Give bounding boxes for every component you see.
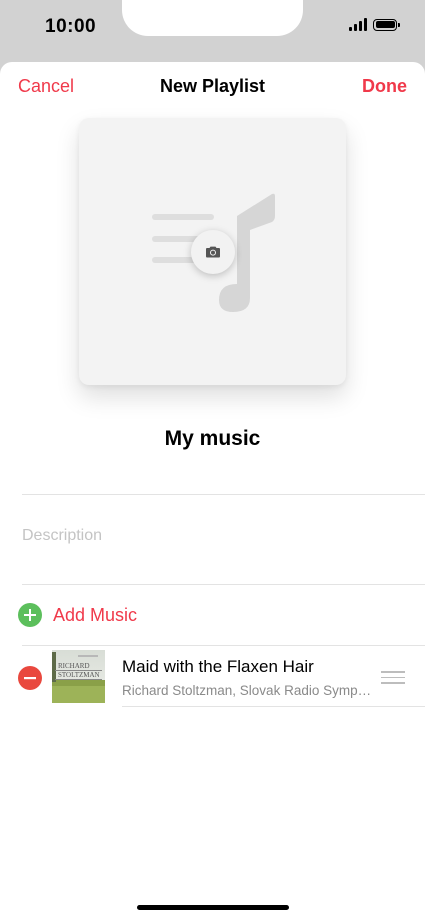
divider [22,645,425,646]
add-music-button[interactable]: Add Music [18,603,137,627]
album-art-text-line2: STOLTZMAN [58,671,100,679]
track-title: Maid with the Flaxen Hair [122,657,314,676]
album-artwork: RICHARD STOLTZMAN [52,650,105,703]
battery-icon [373,18,400,31]
plus-circle-icon [18,603,42,627]
playlist-artwork[interactable] [79,118,346,385]
reorder-handle-icon[interactable] [381,671,405,688]
divider [22,494,425,495]
playlist-name-field[interactable]: My music [0,427,425,451]
track-artist: Richard Stoltzman, Slovak Radio Symphony… [122,683,372,698]
camera-button[interactable] [191,230,235,274]
divider [122,706,425,707]
add-music-label: Add Music [53,604,138,625]
phone-screen: 10:00 Cancel New Playlist Done My music … [0,0,425,920]
description-field[interactable] [22,527,402,545]
divider [22,584,425,585]
minus-icon [24,677,36,680]
track-row: RICHARD STOLTZMAN Maid with the Flaxen H… [0,647,425,707]
new-playlist-sheet: Cancel New Playlist Done My music Descri… [0,62,425,920]
remove-track-button[interactable] [18,666,42,690]
status-time: 10:00 [45,16,97,37]
album-art-text-line1: RICHARD [58,662,90,670]
done-button[interactable]: Done [362,76,407,97]
camera-icon [206,246,220,258]
cancel-button[interactable]: Cancel [18,76,74,97]
home-indicator[interactable] [137,905,289,910]
cellular-signal-icon [349,18,367,31]
status-indicators [349,18,400,31]
notch [122,0,303,36]
